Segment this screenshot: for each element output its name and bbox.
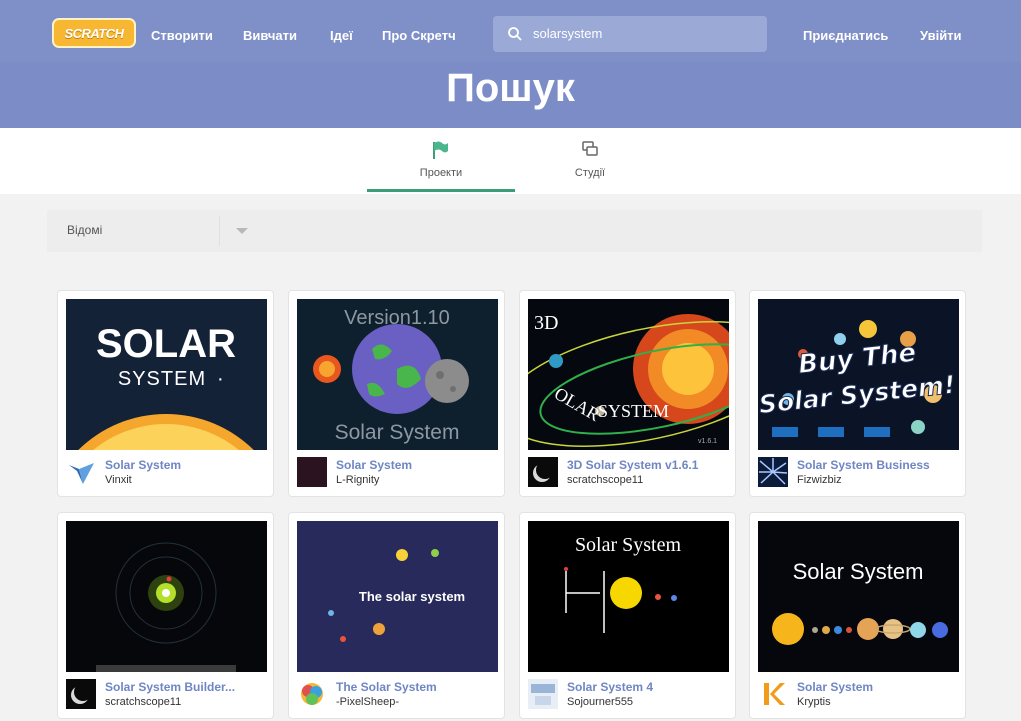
project-card[interactable]: Solar System Builder... scratchscope11	[57, 512, 274, 719]
project-card[interactable]: Version1.10 Solar System Solar System L-…	[288, 290, 505, 497]
flag-icon	[433, 141, 448, 159]
project-title[interactable]: 3D Solar System v1.6.1	[567, 458, 698, 472]
project-title[interactable]: Solar System Business	[797, 458, 930, 472]
project-thumbnail[interactable]: SOLAR SYSTEM ·	[66, 299, 267, 450]
thumbnail-text: v1.6.1	[698, 438, 717, 445]
avatar[interactable]	[758, 457, 788, 487]
project-thumbnail[interactable]: Version1.10 Solar System	[297, 299, 498, 450]
nav-create-link[interactable]: Створити	[151, 28, 213, 43]
project-title[interactable]: The Solar System	[336, 680, 437, 694]
thumbnail-text: 3D	[534, 312, 558, 334]
project-title[interactable]: Solar System	[336, 458, 412, 472]
project-card[interactable]: Solar System Solar System 4 Sojourner555	[519, 512, 736, 719]
project-author[interactable]: Kryptis	[797, 696, 831, 708]
nav-ideas-link[interactable]: Ідеї	[330, 28, 353, 43]
nav-about-link[interactable]: Про Скретч	[382, 28, 456, 43]
thumbnail-text: Solar System	[575, 534, 682, 556]
project-card[interactable]: Solar System Solar System Kryptis	[749, 512, 966, 719]
project-thumbnail[interactable]: Solar System	[528, 521, 729, 672]
search-icon	[508, 27, 522, 41]
project-thumbnail[interactable]: The solar system	[297, 521, 498, 672]
page-title: Пошук	[446, 66, 575, 110]
chevron-down-icon	[236, 228, 248, 234]
search-query: solarsystem	[533, 26, 603, 41]
thumbnail-text: Solar System	[335, 421, 460, 444]
project-thumbnail[interactable]: 3D SYSTEM OLAR v1.6.1	[528, 299, 729, 450]
thumbnail-text: Solar System	[793, 559, 924, 584]
project-thumbnail[interactable]	[66, 521, 267, 672]
project-thumbnail[interactable]: Buy The Solar System!	[758, 299, 959, 450]
project-author[interactable]: scratchscope11	[567, 474, 643, 486]
tab-projects[interactable]: Проекти	[367, 128, 515, 194]
tab-projects-label: Проекти	[419, 167, 463, 179]
avatar[interactable]	[297, 457, 327, 487]
project-card[interactable]: 3D SYSTEM OLAR v1.6.1 3D Solar System v1…	[519, 290, 736, 497]
project-author[interactable]: Fizwizbiz	[797, 474, 842, 486]
sort-selected: Відомі	[67, 223, 103, 237]
thumbnail-text: SYSTEM	[118, 368, 206, 390]
search-header: Пошук	[0, 62, 1021, 128]
avatar[interactable]	[528, 457, 558, 487]
active-tab-indicator	[367, 189, 515, 192]
tab-studios-label: Студії	[574, 167, 606, 179]
thumbnail-text: SYSTEM	[598, 401, 669, 421]
project-author[interactable]: -PixelSheep-	[336, 696, 399, 708]
avatar[interactable]	[66, 679, 96, 709]
project-author[interactable]: Sojourner555	[567, 696, 633, 708]
sort-dropdown[interactable]: Відомі	[47, 210, 982, 252]
thumbnail-text: Version1.10	[344, 307, 450, 329]
project-title[interactable]: Solar System Builder...	[105, 680, 235, 694]
project-title[interactable]: Solar System 4	[567, 680, 653, 694]
nav-explore-link[interactable]: Вивчати	[243, 28, 297, 43]
avatar[interactable]	[528, 679, 558, 709]
logo-text: SCRATCH	[64, 25, 124, 41]
project-title[interactable]: Solar System	[797, 680, 873, 694]
tab-studios[interactable]: Студії	[555, 128, 625, 194]
join-link[interactable]: Приєднатись	[803, 28, 888, 43]
search-tabs: Проекти Студії	[0, 128, 1021, 194]
thumbnail-text: The solar system	[359, 589, 465, 604]
project-card[interactable]: SOLAR SYSTEM · Solar System Vinxit	[57, 290, 274, 497]
avatar[interactable]	[66, 457, 96, 487]
sign-in-link[interactable]: Увійти	[920, 28, 962, 43]
project-card[interactable]: Buy The Solar System! Solar System Busin…	[749, 290, 966, 497]
project-title[interactable]: Solar System	[105, 458, 181, 472]
studio-icon	[582, 141, 598, 156]
top-navbar: SCRATCH Створити Вивчати Ідеї Про Скретч…	[0, 0, 1021, 62]
project-thumbnail[interactable]: Solar System	[758, 521, 959, 672]
avatar[interactable]	[758, 679, 788, 709]
project-author[interactable]: Vinxit	[105, 474, 132, 486]
thumbnail-text: ·	[217, 368, 224, 390]
project-card[interactable]: The solar system The Solar System -Pixel…	[288, 512, 505, 719]
thumbnail-text: SOLAR	[96, 322, 236, 366]
search-input[interactable]: solarsystem	[493, 16, 767, 52]
project-author[interactable]: L-Rignity	[336, 474, 379, 486]
scratch-logo[interactable]: SCRATCH	[52, 18, 136, 48]
project-author[interactable]: scratchscope11	[105, 696, 181, 708]
dropdown-divider	[219, 216, 220, 246]
avatar[interactable]	[297, 679, 327, 709]
